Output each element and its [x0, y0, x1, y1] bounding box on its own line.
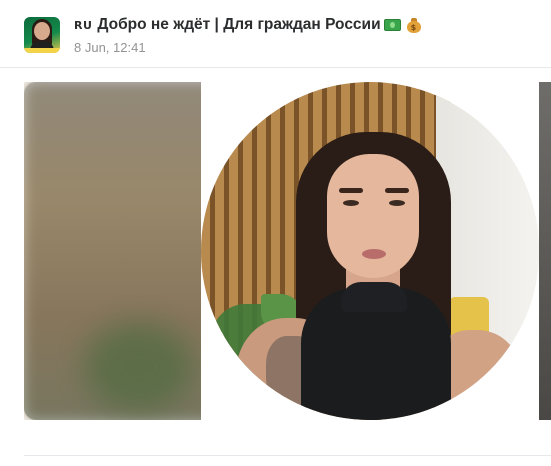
money-bag-sign: $ — [410, 23, 417, 32]
avatar-face — [34, 22, 50, 40]
video-person-collar — [341, 282, 407, 312]
channel-title-row: RU Добро не ждёт | Для граждан России $ — [74, 15, 421, 35]
channel-name[interactable]: Добро не ждёт | Для граждан России — [97, 16, 380, 34]
video-person-right-brow — [385, 188, 409, 193]
post-timestamp[interactable]: 8 Jun, 12:41 — [74, 40, 146, 55]
avatar-stripe — [24, 48, 60, 53]
video-person-right-eye — [389, 200, 405, 206]
video-person-mouth — [362, 249, 386, 259]
post-header: RU Добро не ждёт | Для граждан России $ … — [0, 0, 551, 68]
blurred-right-strip — [539, 82, 551, 420]
channel-avatar[interactable] — [24, 17, 60, 53]
blurred-left-plant — [84, 322, 194, 412]
money-bag-icon: $ — [406, 17, 421, 33]
video-person-face — [327, 154, 419, 278]
channel-prefix: RU — [74, 18, 93, 32]
round-video-media[interactable] — [24, 82, 551, 420]
banknote-icon — [383, 19, 401, 31]
post-divider — [24, 455, 551, 456]
video-person-left-eye — [343, 200, 359, 206]
round-video-player[interactable] — [201, 82, 539, 420]
video-person-left-brow — [339, 188, 363, 193]
